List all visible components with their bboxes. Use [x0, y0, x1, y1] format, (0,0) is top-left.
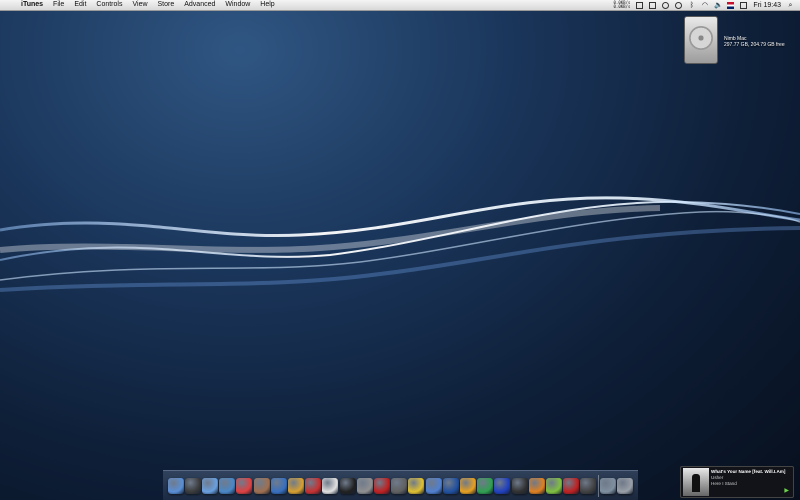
memory-meter-icon[interactable] [649, 1, 657, 9]
track-album: Here I Stand [711, 481, 737, 486]
time-machine-icon[interactable] [662, 1, 670, 9]
quicktime-icon[interactable] [494, 477, 511, 494]
network-stats[interactable]: 0.0KB/s 0.0KB/s [614, 1, 631, 9]
menu-edit[interactable]: Edit [69, 0, 91, 10]
iweb-icon[interactable] [425, 477, 442, 494]
drive-info: 297.77 GB, 204.79 GB free [724, 42, 785, 48]
downloads-icon[interactable] [599, 477, 616, 494]
menu-clock[interactable]: Fri 19:43 [753, 2, 781, 9]
garageband-icon[interactable] [408, 477, 425, 494]
dashboard-icon[interactable] [184, 477, 201, 494]
pages-icon[interactable] [460, 477, 477, 494]
battery-icon[interactable] [740, 1, 748, 9]
dvd-player-icon[interactable] [511, 477, 528, 494]
activity-monitor-icon[interactable] [580, 477, 597, 494]
bluetooth-icon[interactable]: ᛒ [688, 2, 695, 9]
dock-separator [597, 474, 599, 497]
volume-icon[interactable]: 🔈 [714, 2, 723, 9]
menu-extras: 0.0KB/s 0.0KB/s ᛒ ◠ 🔈 Fri 19:43 ⌕ [614, 1, 800, 9]
input-source-flag-icon[interactable] [727, 1, 735, 9]
imovie-icon[interactable] [391, 477, 408, 494]
sync-icon[interactable] [675, 1, 683, 9]
menu-file[interactable]: File [48, 0, 69, 10]
play-icon[interactable]: ▶ [784, 487, 789, 494]
now-playing-widget[interactable]: What's Your Name [feat. Will.I.Am] Usher… [680, 466, 794, 498]
menu-controls[interactable]: Controls [91, 0, 127, 10]
hard-drive-icon[interactable] [684, 16, 718, 64]
photo-booth-icon[interactable] [374, 477, 391, 494]
textedit-icon[interactable] [322, 477, 339, 494]
wifi-icon[interactable]: ◠ [701, 2, 708, 9]
transmission-icon[interactable] [563, 477, 580, 494]
drive-label: Nimb Mac 297.77 GB, 204.79 GB free [724, 36, 785, 64]
menu-advanced[interactable]: Advanced [179, 0, 220, 10]
system-preferences-icon[interactable] [356, 477, 373, 494]
spotlight-search-icon[interactable]: ⌕ [787, 2, 794, 9]
finder-icon[interactable] [167, 477, 184, 494]
safari-icon[interactable] [219, 477, 236, 494]
numbers-icon[interactable] [477, 477, 494, 494]
cpu-meter-icon[interactable] [636, 1, 644, 9]
terminal-icon[interactable] [339, 477, 356, 494]
menu-app-name[interactable]: iTunes [16, 0, 48, 10]
menu-store[interactable]: Store [153, 0, 180, 10]
vlc-icon[interactable] [528, 477, 545, 494]
wallpaper-wave [0, 196, 800, 292]
adium-icon[interactable] [546, 477, 563, 494]
dock [163, 470, 638, 500]
address-book-icon[interactable] [253, 477, 270, 494]
menu-window[interactable]: Window [220, 0, 255, 10]
iphoto-icon[interactable] [288, 477, 305, 494]
album-art-icon [683, 468, 709, 496]
preview-icon[interactable] [305, 477, 322, 494]
net-down-value: 0.0KB/s [613, 4, 631, 9]
mail-icon[interactable] [202, 477, 218, 494]
keynote-icon[interactable] [442, 477, 459, 494]
menu-bar: iTunes File Edit Controls View Store Adv… [0, 0, 800, 11]
trash-icon[interactable] [617, 477, 634, 494]
menu-help[interactable]: Help [255, 0, 279, 10]
itunes-icon[interactable] [270, 477, 287, 494]
menu-view[interactable]: View [127, 0, 152, 10]
desktop-drive[interactable]: Nimb Mac 297.77 GB, 204.79 GB free [684, 16, 785, 64]
ical-icon[interactable] [236, 477, 253, 494]
